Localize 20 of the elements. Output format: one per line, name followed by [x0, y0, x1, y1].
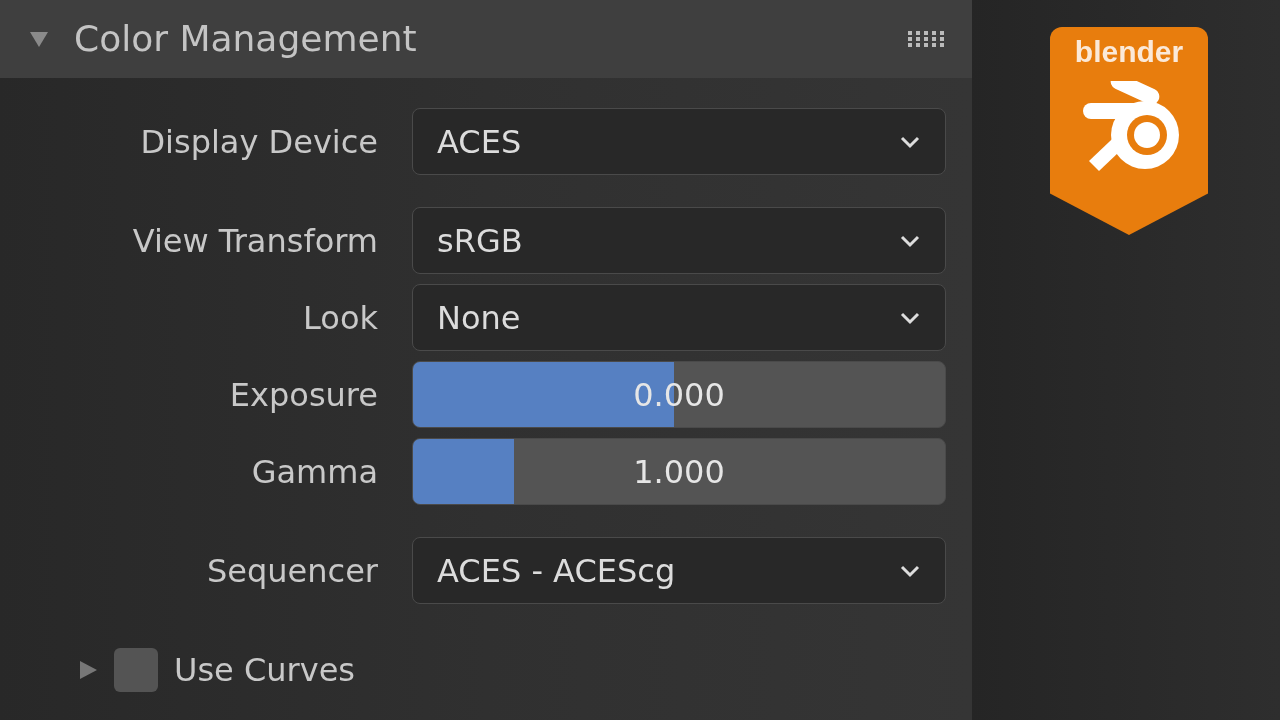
field-label: Exposure	[228, 374, 378, 416]
slider[interactable]: 1.000	[412, 438, 946, 505]
dropdown[interactable]: ACES	[412, 108, 946, 175]
field-label: Gamma	[250, 451, 378, 493]
chevron-down-icon	[899, 233, 921, 248]
field-label: View Transform	[131, 220, 378, 262]
panel-title: Color Management	[74, 17, 417, 61]
checkbox-label: Use Curves	[174, 650, 356, 691]
chevron-down-icon	[899, 563, 921, 578]
field-label: Display Device	[139, 121, 378, 163]
dropdown[interactable]: None	[412, 284, 946, 351]
chevron-down-icon	[899, 134, 921, 149]
logo-text: blender	[1074, 37, 1184, 67]
chevron-down-icon	[899, 310, 921, 325]
dropdown[interactable]: sRGB	[412, 207, 946, 274]
field-label: Look	[302, 297, 378, 339]
panel-header[interactable]: Color Management	[0, 0, 972, 78]
field-label: Sequencer	[206, 550, 378, 592]
dropdown[interactable]: ACES - ACEScg	[412, 537, 946, 604]
checkbox[interactable]	[114, 648, 158, 692]
